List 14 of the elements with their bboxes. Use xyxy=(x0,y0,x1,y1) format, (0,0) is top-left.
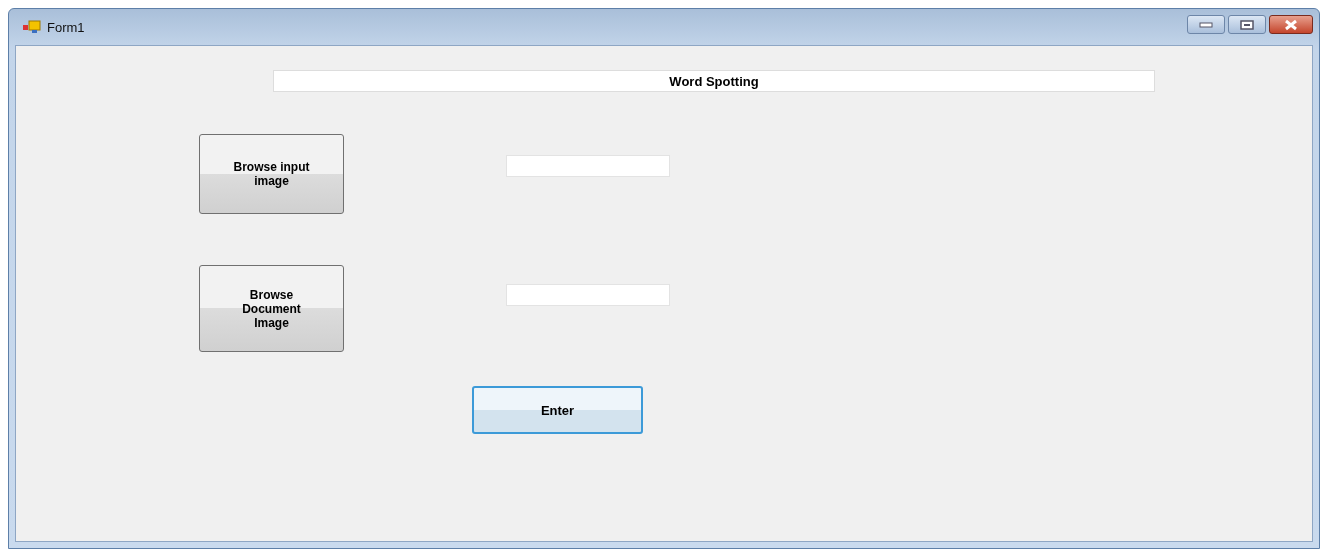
browse-button[interactable]: Browse input image xyxy=(199,134,344,214)
close-button[interactable] xyxy=(1269,15,1313,34)
maximize-button[interactable] xyxy=(1228,15,1266,34)
app-icon xyxy=(23,20,41,34)
browse-button[interactable]: Browse Document Image xyxy=(199,265,344,352)
input-field[interactable] xyxy=(506,155,670,177)
window-title: Form1 xyxy=(47,19,85,35)
close-icon xyxy=(1284,18,1298,31)
enter-button[interactable]: Enter xyxy=(472,386,643,434)
title-field: Word Spotting xyxy=(273,70,1155,92)
input-field[interactable] xyxy=(506,284,670,306)
maximize-icon xyxy=(1240,19,1254,30)
minimize-button[interactable] xyxy=(1187,15,1225,34)
minimize-icon xyxy=(1199,21,1213,28)
